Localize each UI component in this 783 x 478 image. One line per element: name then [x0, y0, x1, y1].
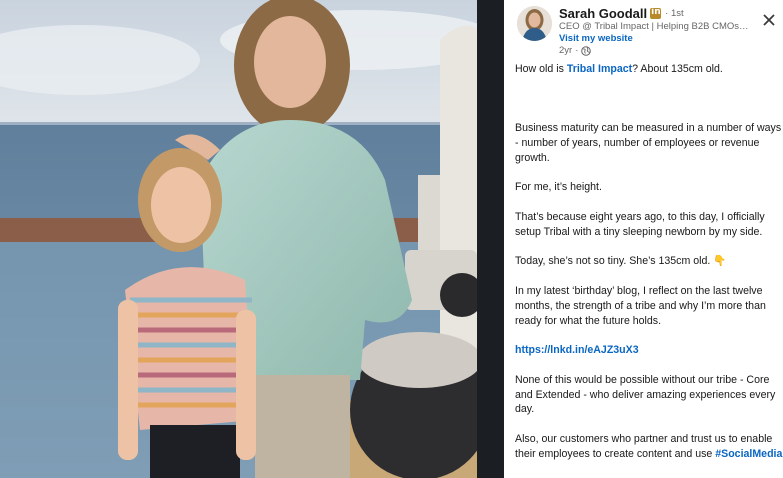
- globe-icon: [581, 45, 592, 56]
- post-header: Sarah Goodall · 1st CEO @ Tribal Impact …: [504, 0, 783, 62]
- post-paragraph: Today, she’s not so tiny. She’s 135cm ol…: [515, 255, 727, 268]
- hashtag-link[interactable]: #SocialMedia: [715, 448, 782, 460]
- company-mention-link[interactable]: Tribal Impact: [567, 63, 632, 75]
- post-text: ? About 135cm old.: [632, 63, 723, 75]
- post-paragraph: Also, our customers who partner and trus…: [515, 432, 783, 462]
- post-paragraph: For me, it’s height.: [515, 181, 602, 194]
- post-paragraph: Business maturity can be measured in a n…: [515, 122, 782, 164]
- connection-degree: · 1st: [665, 7, 684, 19]
- visit-website-link[interactable]: Visit my website: [559, 33, 633, 44]
- linkedin-premium-icon: [650, 7, 662, 19]
- lightbox-divider: [477, 0, 504, 478]
- post-body: How old is Tribal Impact? About 135cm ol…: [515, 62, 783, 462]
- close-icon[interactable]: [759, 10, 779, 30]
- post-time: 2yr: [559, 45, 573, 56]
- author-name-row: Sarah Goodall · 1st: [559, 5, 684, 21]
- post-panel: Sarah Goodall · 1st CEO @ Tribal Impact …: [504, 0, 783, 478]
- post-paragraph: How old is Tribal Impact? About 135cm ol…: [515, 62, 783, 77]
- post-paragraph: None of this would be possible without o…: [515, 373, 776, 416]
- meta-separator: ·: [575, 45, 579, 56]
- post-meta: 2yr ·: [559, 45, 592, 56]
- post-paragraph: In my latest ‘birthday’ blog, I reflect …: [515, 284, 766, 327]
- photo-image: [0, 0, 477, 478]
- post-paragraph: That’s because eight years ago, to this …: [515, 210, 765, 238]
- avatar[interactable]: [517, 6, 552, 41]
- author-headline: CEO @ Tribal Impact | Helping B2B CMOs .…: [559, 21, 749, 32]
- avatar-image: [517, 6, 552, 41]
- author-name[interactable]: Sarah Goodall: [559, 6, 647, 21]
- blog-link[interactable]: https://lnkd.in/eAJZ3uX3: [515, 344, 639, 356]
- post-photo[interactable]: [0, 0, 477, 478]
- post-link-paragraph: https://lnkd.in/eAJZ3uX3: [515, 343, 783, 358]
- post-text: How old is: [515, 63, 567, 75]
